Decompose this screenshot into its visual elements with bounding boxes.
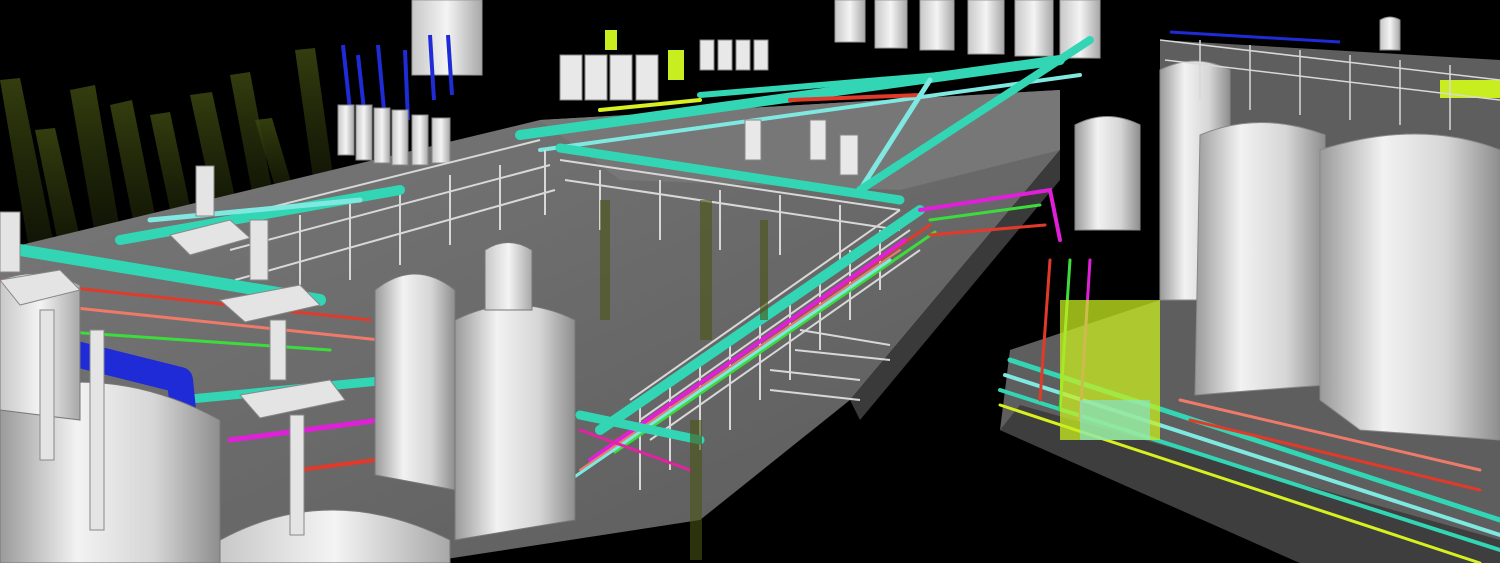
plant-render-scene bbox=[0, 0, 1500, 563]
right-equipment-block bbox=[1060, 300, 1160, 440]
